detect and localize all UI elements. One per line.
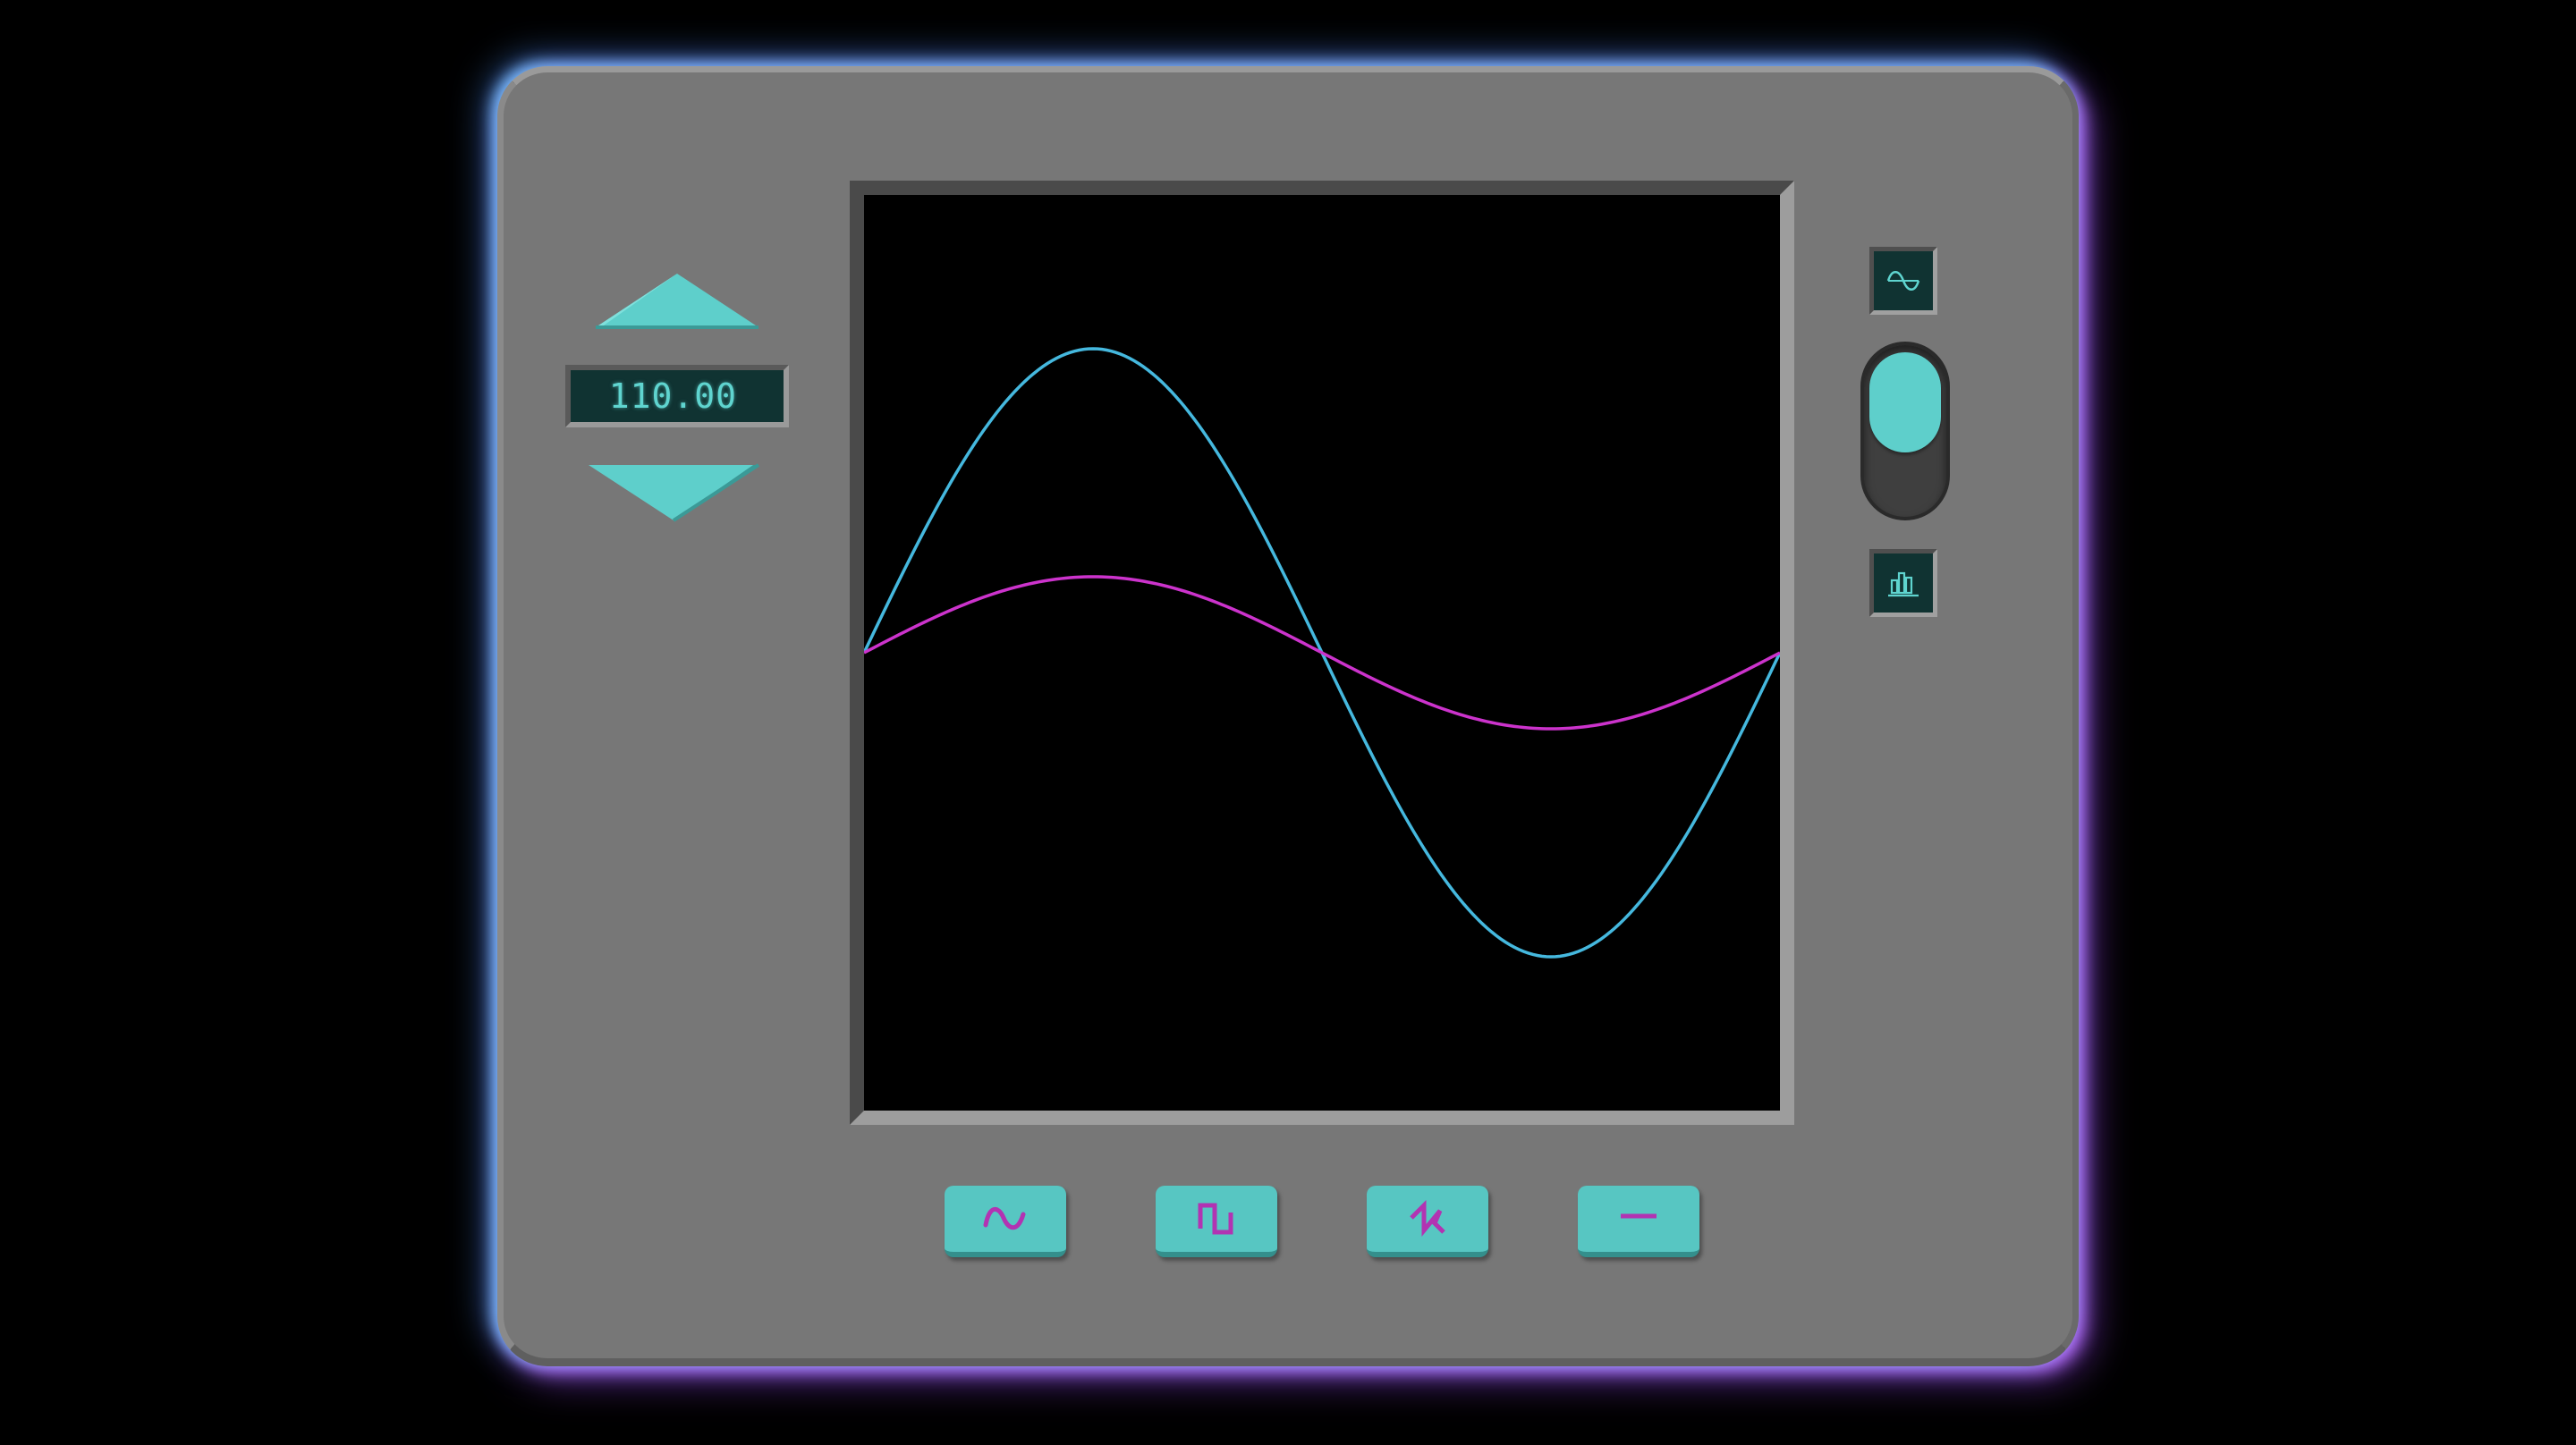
bar-chart-icon [1888, 571, 1919, 597]
increase-frequency-button[interactable] [594, 270, 760, 329]
square-wave-button[interactable] [1156, 1186, 1277, 1257]
trace-magenta [864, 575, 1780, 731]
view-toggle-switch[interactable] [1860, 342, 1950, 520]
sine-wave-icon [1886, 271, 1920, 291]
oscilloscope-screen [850, 181, 1794, 1125]
sawtooth-wave-button[interactable] [1367, 1186, 1488, 1257]
waveform-plot [864, 347, 1780, 959]
square-wave-icon [1198, 1203, 1233, 1235]
sawtooth-wave-icon [1410, 1199, 1445, 1238]
toggle-knob[interactable] [1869, 352, 1941, 452]
sine-wave-button[interactable] [945, 1186, 1066, 1257]
decrease-frequency-button[interactable] [587, 463, 760, 522]
sine-wave-icon [983, 1207, 1026, 1230]
flat-line-button[interactable] [1578, 1186, 1699, 1257]
frequency-readout: 110.00 [565, 365, 789, 427]
spectrum-view-button[interactable] [1869, 549, 1937, 617]
waveform-view-button[interactable] [1869, 247, 1937, 315]
